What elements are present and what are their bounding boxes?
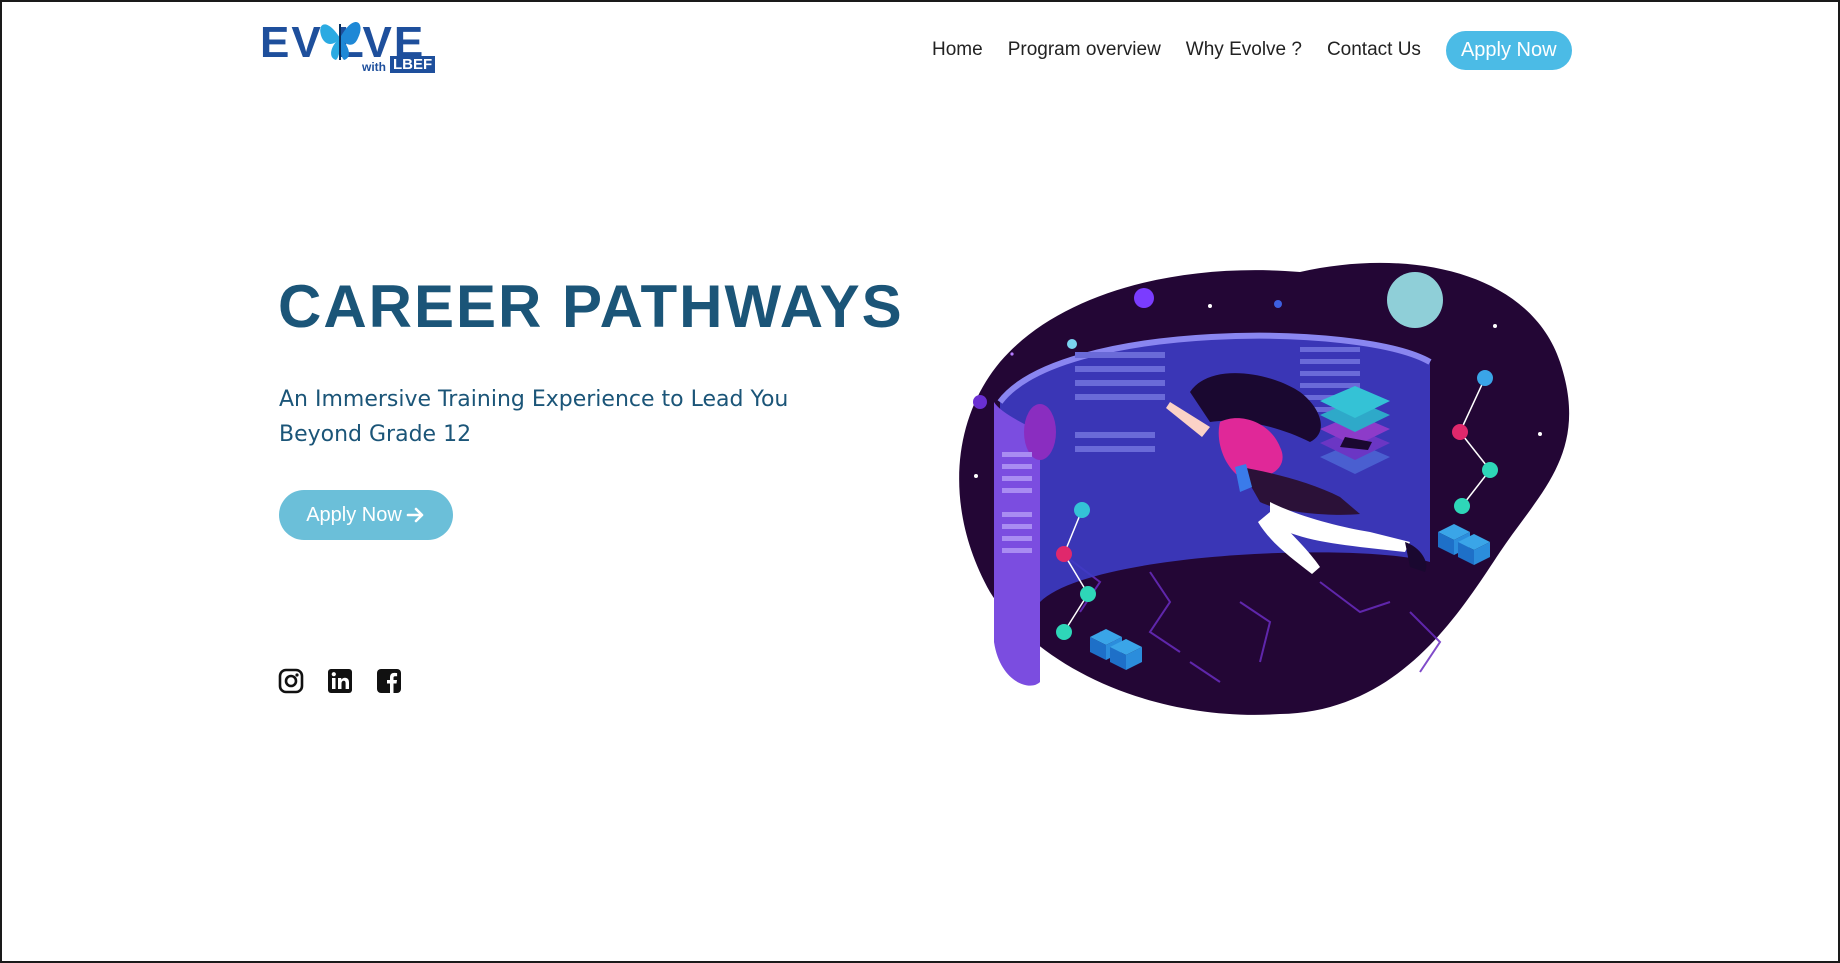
- hero-apply-now-button[interactable]: Apply Now: [279, 490, 453, 540]
- virtual-reality-illustration: [959, 262, 1570, 715]
- planet: [1387, 272, 1443, 328]
- logo-with: with: [362, 60, 386, 74]
- logo-lbef: LBEF: [390, 56, 436, 73]
- star: [1493, 324, 1497, 328]
- star: [1208, 304, 1212, 308]
- hero-subtitle: An Immersive Training Experience to Lead…: [279, 387, 789, 447]
- social-links: [278, 668, 425, 694]
- planet: [1274, 300, 1282, 308]
- butterfly-icon: [320, 22, 361, 60]
- planet: [1134, 288, 1154, 308]
- main-nav: Home Program overview Why Evolve ? Conta…: [932, 30, 1572, 70]
- arrow-right-icon: [406, 507, 424, 523]
- instagram-icon[interactable]: [278, 668, 304, 694]
- planet: [1067, 339, 1077, 349]
- star: [974, 474, 978, 478]
- layer-stack: [1320, 386, 1390, 474]
- facebook-icon[interactable]: [376, 668, 402, 694]
- hero-button-label: Apply Now: [306, 503, 402, 526]
- linkedin-icon[interactable]: [327, 668, 353, 694]
- star: [1010, 352, 1014, 356]
- planet: [973, 395, 987, 409]
- logo[interactable]: EV LVE with LBEF: [260, 16, 440, 78]
- nav-apply-now-button[interactable]: Apply Now: [1445, 30, 1572, 70]
- nav-contact-us[interactable]: Contact Us: [1327, 39, 1421, 61]
- star: [1538, 432, 1542, 436]
- hero-title: CAREER PATHWAYS: [278, 273, 904, 340]
- nav-why-evolve[interactable]: Why Evolve ?: [1186, 39, 1302, 61]
- nav-home[interactable]: Home: [932, 39, 983, 61]
- screen-oval: [1024, 404, 1056, 460]
- nav-program-overview[interactable]: Program overview: [1008, 39, 1161, 61]
